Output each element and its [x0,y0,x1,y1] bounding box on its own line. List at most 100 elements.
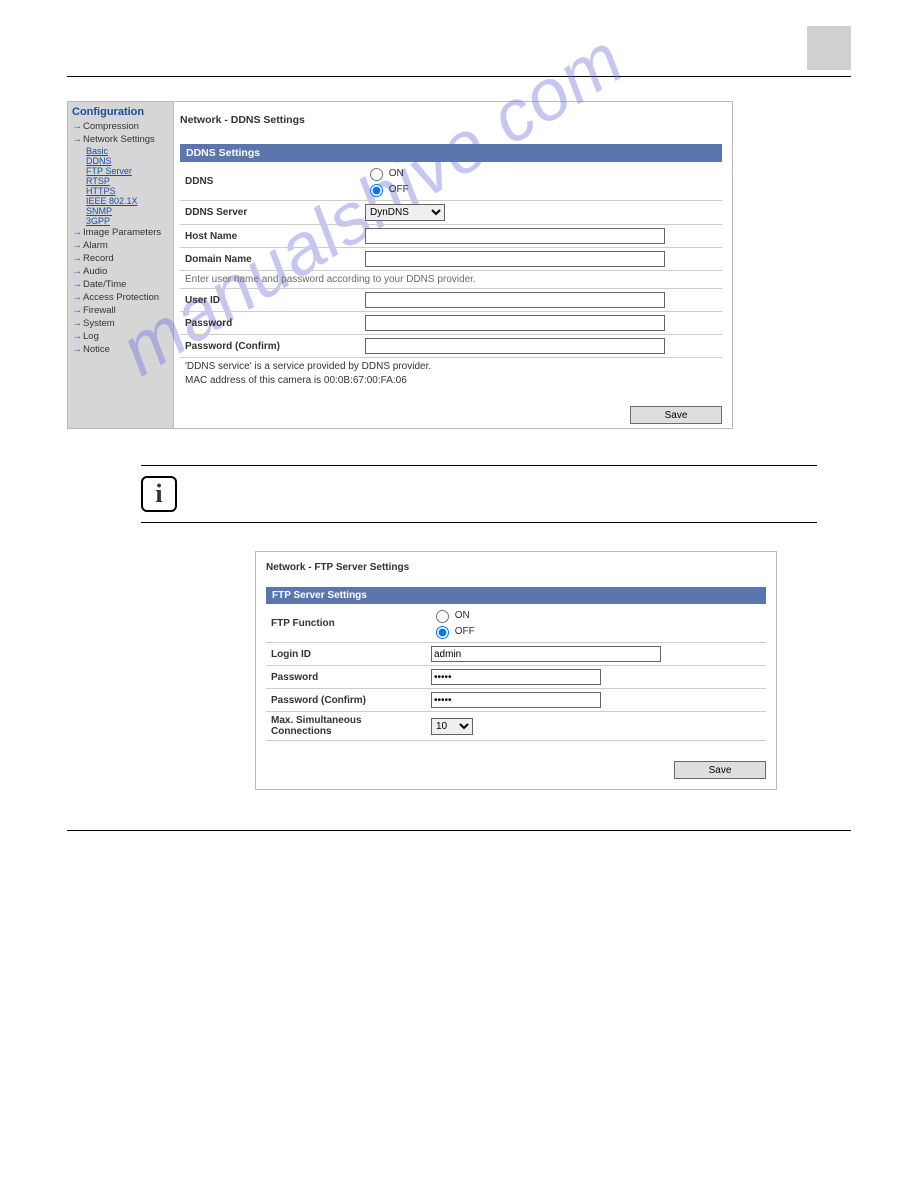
panel-header: FTP Server Settings [266,587,766,604]
ftp-form-table: FTP Function ON OFF Login ID Passwo [266,604,766,741]
ftp-password-confirm-input[interactable] [431,692,601,708]
sidebar-item-network-settings[interactable]: → Network Settings [72,133,169,146]
subnav-rtsp[interactable]: RTSP [86,176,169,186]
sidebar-item-label: Date/Time [83,279,126,290]
sidebar-item-label: Alarm [83,240,108,251]
ddns-screenshot: Configuration → Compression → Network Se… [67,101,733,429]
radio-label-on: ON [455,610,470,621]
radio-on-wrap[interactable]: ON [431,610,470,621]
sidebar-item-label: Network Settings [83,134,155,145]
save-button[interactable]: Save [674,761,766,779]
sidebar-item-label: Firewall [83,305,116,316]
arrow-icon: → [72,318,80,329]
ddns-off-radio[interactable] [370,184,383,197]
page-title: Network - DDNS Settings [180,114,722,126]
password-input[interactable] [365,315,665,331]
ftp-on-radio[interactable] [436,610,449,623]
sidebar-item-label: System [83,318,115,329]
arrow-icon: → [72,305,80,316]
domain-name-label: Domain Name [180,248,360,271]
info-box: i [141,465,817,523]
user-id-input[interactable] [365,292,665,308]
ddns-server-select[interactable]: DynDNS [365,204,445,221]
sidebar-item-image-parameters[interactable]: → Image Parameters [72,226,169,239]
arrow-icon: → [72,240,80,251]
host-name-input[interactable] [365,228,665,244]
table-row: Enter user name and password according t… [180,271,722,289]
sidebar-item-audio[interactable]: → Audio [72,265,169,278]
sidebar-item-record[interactable]: → Record [72,252,169,265]
sidebar-title: Configuration [72,106,169,118]
arrow-icon: → [72,227,80,238]
sidebar-item-label: Notice [83,344,110,355]
table-row: Password (Confirm) [180,335,722,358]
ftp-password-confirm-label: Password (Confirm) [266,689,426,712]
table-row: DDNS Server DynDNS [180,201,722,225]
max-connections-label: Max. Simultaneous Connections [266,712,426,741]
ftp-screenshot: Network - FTP Server Settings FTP Server… [255,551,777,790]
ftp-password-label: Password [266,666,426,689]
sidebar: Configuration → Compression → Network Se… [68,102,174,428]
ddns-label: DDNS [180,162,360,201]
page-title: Network - FTP Server Settings [266,562,766,573]
help-line-1: 'DDNS service' is a service provided by … [180,358,722,372]
host-name-label: Host Name [180,225,360,248]
table-row: Domain Name [180,248,722,271]
radio-label-off: OFF [455,626,475,637]
radio-on-wrap[interactable]: ON [365,168,404,179]
arrow-icon: → [72,331,80,342]
arrow-icon: → [72,344,80,355]
radio-off-wrap[interactable]: OFF [431,626,475,637]
user-id-label: User ID [180,289,360,312]
help-line-2: MAC address of this camera is 00:0B:67:0… [180,372,722,386]
password-confirm-input[interactable] [365,338,665,354]
table-row: Login ID [266,643,766,666]
table-row: User ID [180,289,722,312]
login-id-input[interactable] [431,646,661,662]
save-button[interactable]: Save [630,406,722,424]
subnav-3gpp[interactable]: 3GPP [86,216,169,226]
subnav-https[interactable]: HTTPS [86,186,169,196]
max-connections-select[interactable]: 10 [431,718,473,735]
subnav-basic[interactable]: Basic [86,146,169,156]
subnav-ieee8021x[interactable]: IEEE 802.1X [86,196,169,206]
sidebar-item-system[interactable]: → System [72,317,169,330]
arrow-icon: → [72,266,80,277]
table-row: Password [266,666,766,689]
ftp-password-input[interactable] [431,669,601,685]
password-label: Password [180,312,360,335]
radio-label-off: OFF [389,184,409,195]
ftp-off-radio[interactable] [436,626,449,639]
ddns-on-radio[interactable] [370,168,383,181]
subnav-ftp-server[interactable]: FTP Server [86,166,169,176]
ddns-server-label: DDNS Server [180,201,360,225]
sidebar-item-log[interactable]: → Log [72,330,169,343]
sidebar-item-access-protection[interactable]: → Access Protection [72,291,169,304]
sidebar-item-datetime[interactable]: → Date/Time [72,278,169,291]
arrow-icon: → [72,121,80,132]
ftp-function-label: FTP Function [266,604,426,643]
radio-off-wrap[interactable]: OFF [365,184,409,195]
arrow-icon: → [72,253,80,264]
password-confirm-label: Password (Confirm) [180,335,360,358]
table-row: Max. Simultaneous Connections 10 [266,712,766,741]
sidebar-item-label: Image Parameters [83,227,161,238]
subnav-snmp[interactable]: SNMP [86,206,169,216]
sidebar-item-compression[interactable]: → Compression [72,120,169,133]
sidebar-item-firewall[interactable]: → Firewall [72,304,169,317]
sidebar-item-alarm[interactable]: → Alarm [72,239,169,252]
bottom-divider [67,830,851,831]
table-row: Password [180,312,722,335]
ddns-form-table: DDNS ON OFF DDNS Server [180,162,722,358]
subnav-ddns[interactable]: DDNS [86,156,169,166]
table-row: DDNS ON OFF [180,162,722,201]
info-icon: i [141,476,177,512]
sidebar-item-label: Log [83,331,99,342]
radio-label-on: ON [389,168,404,179]
sidebar-item-notice[interactable]: → Notice [72,343,169,356]
page-number-box [807,26,851,70]
sidebar-item-label: Audio [83,266,107,277]
domain-name-input[interactable] [365,251,665,267]
arrow-icon: → [72,292,80,303]
ddns-content: Network - DDNS Settings DDNS Settings DD… [174,102,732,428]
